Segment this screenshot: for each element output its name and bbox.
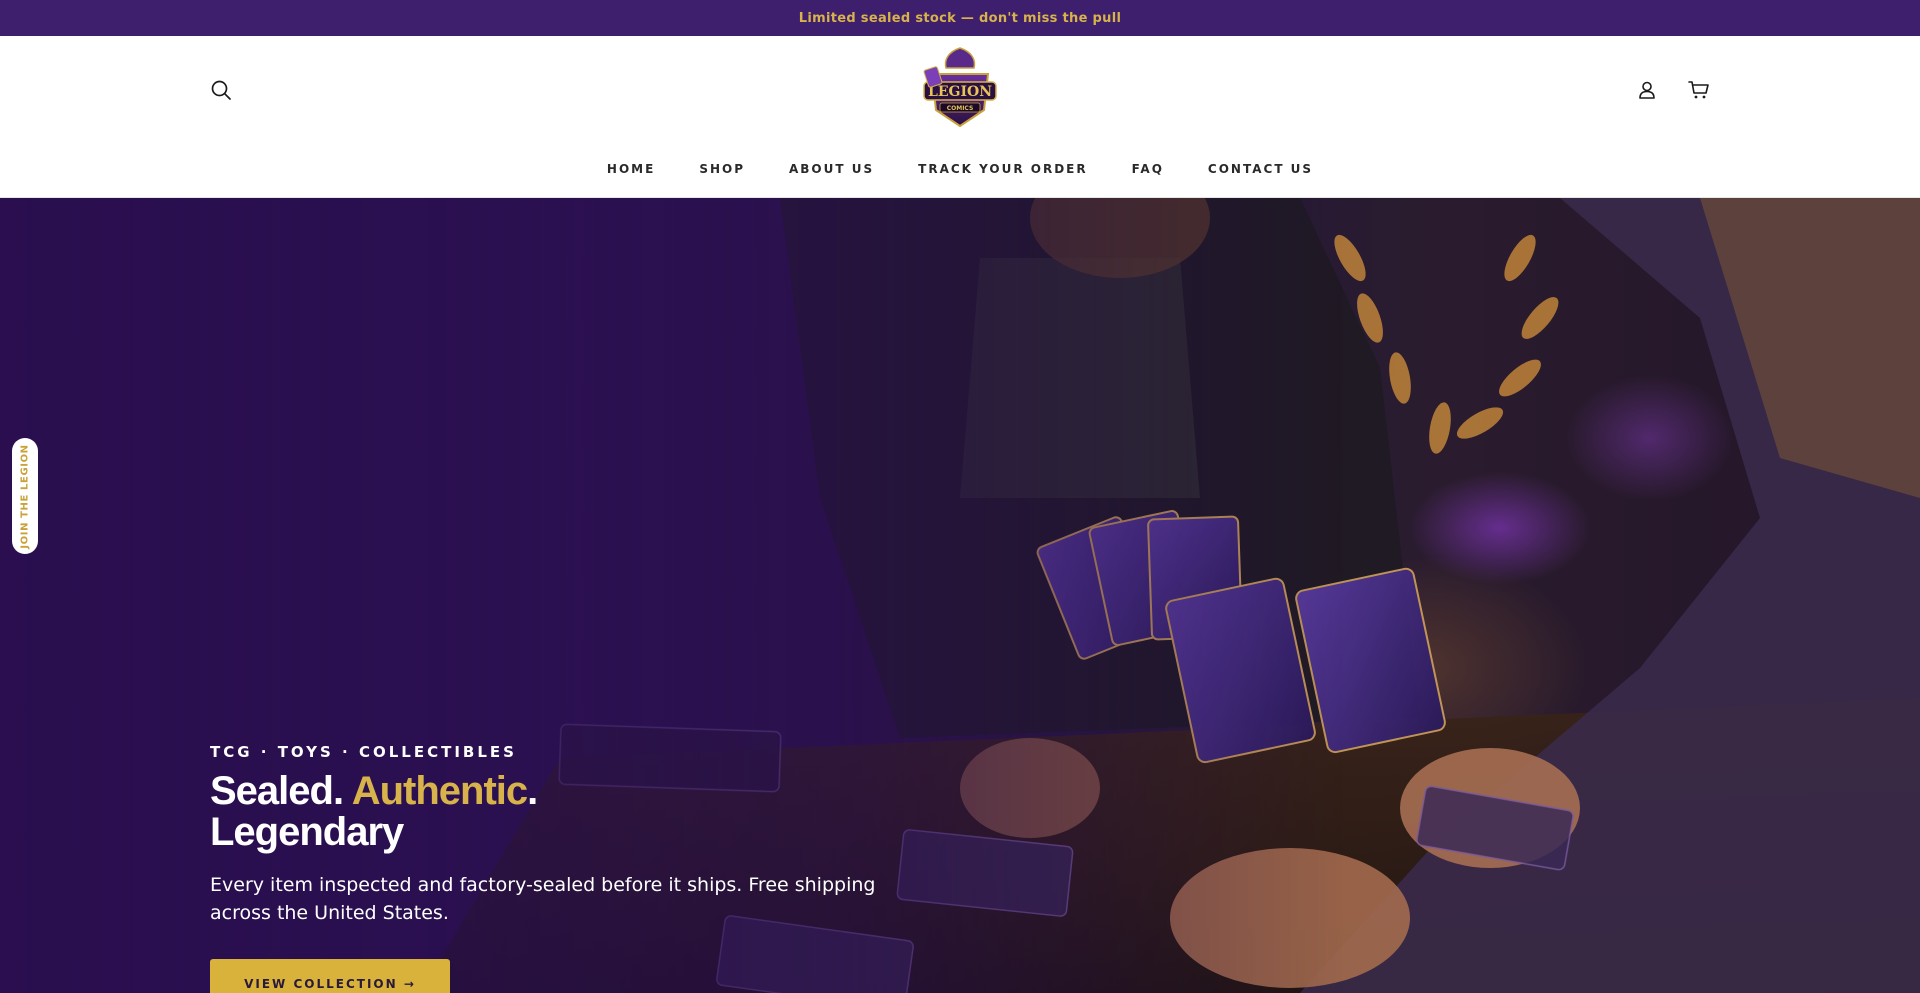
legion-logo-emblem: LEGION COMICS — [923, 47, 997, 128]
nav-item-faq[interactable]: FAQ — [1110, 156, 1186, 182]
hero-eyebrow: TCG · TOYS · COLLECTIBLES — [210, 743, 517, 761]
nav-item-track-your-order[interactable]: TRACK YOUR ORDER — [896, 156, 1109, 182]
hero-subtext: Every item inspected and factory-sealed … — [210, 874, 876, 924]
nav-item-contact-us[interactable]: CONTACT US — [1186, 156, 1335, 182]
site-header: LEGION COMICS HOME SHOP ABOUT US TRACK Y… — [0, 36, 1920, 198]
nav-item-about-us[interactable]: ABOUT US — [767, 156, 896, 182]
main-navigation: HOME SHOP ABOUT US TRACK YOUR ORDER FAQ … — [0, 154, 1920, 184]
svg-text:COMICS: COMICS — [947, 105, 974, 112]
headline-accent: Authentic — [351, 769, 528, 813]
site-logo[interactable]: LEGION COMICS — [914, 46, 1006, 130]
nav-item-shop[interactable]: SHOP — [677, 156, 767, 182]
join-the-legion-tab[interactable]: JOIN THE LEGION — [12, 438, 38, 554]
join-tab-label: JOIN THE LEGION — [19, 443, 31, 549]
nav-item-home[interactable]: HOME — [585, 156, 677, 182]
account-icon — [1639, 81, 1655, 99]
svg-text:LEGION: LEGION — [928, 84, 992, 100]
headline-part2: . — [527, 769, 538, 813]
headline-line2: Legendary — [210, 810, 404, 854]
search-button[interactable] — [207, 76, 235, 104]
search-icon — [211, 80, 231, 100]
view-collection-button[interactable]: VIEW COLLECTION → — [210, 959, 450, 993]
cart-icon — [1688, 81, 1709, 99]
account-button[interactable] — [1633, 76, 1661, 104]
hero-headline: Sealed. Authentic. Legendary — [210, 771, 930, 853]
headline-part1: Sealed. — [210, 769, 352, 813]
hero-content: TCG · TOYS · COLLECTIBLES Sealed. Authen… — [210, 743, 930, 993]
announcement-bar: Limited sealed stock — don't miss the pu… — [0, 0, 1920, 36]
cart-button[interactable] — [1685, 76, 1713, 104]
hero-banner: TCG · TOYS · COLLECTIBLES Sealed. Authen… — [0, 198, 1920, 993]
announcement-text: Limited sealed stock — don't miss the pu… — [798, 10, 1122, 26]
